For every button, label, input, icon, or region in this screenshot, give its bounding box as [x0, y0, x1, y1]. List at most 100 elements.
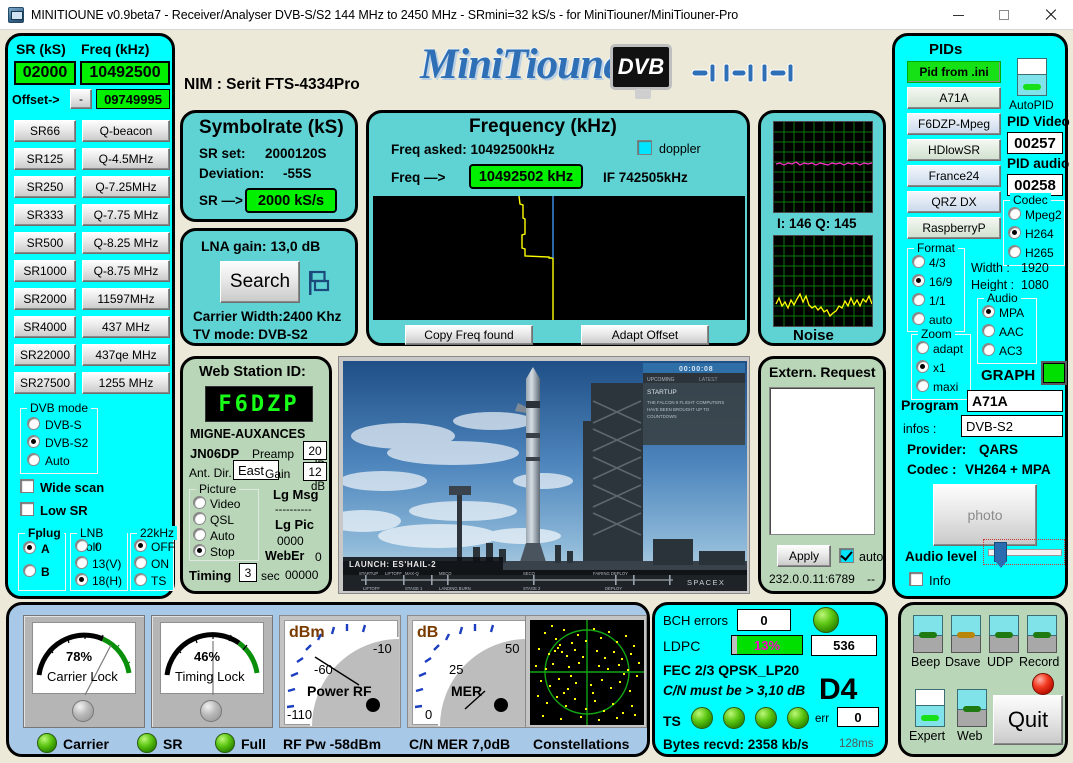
radio-audio-ac3[interactable]	[982, 343, 995, 356]
udp-toggle[interactable]	[989, 615, 1019, 653]
sr-preset-2[interactable]: SR250	[14, 176, 76, 198]
radio-format-16-9[interactable]	[912, 274, 925, 287]
freq-preset-7[interactable]: 437 MHz	[82, 316, 170, 338]
app-logo-text: MiniTioune	[420, 40, 621, 89]
beep-toggle-bottom	[913, 636, 943, 653]
radio-lnb-18h[interactable]	[75, 573, 88, 586]
radio-dvb-s[interactable]	[27, 417, 40, 430]
radio-lnb-0[interactable]	[75, 539, 88, 552]
ldpc-label: LDPC	[663, 638, 700, 654]
copy-freq-button[interactable]: Copy Freq found	[405, 325, 533, 345]
auto-checkbox[interactable]	[839, 548, 854, 563]
pid-video-input[interactable]: 00257	[1007, 132, 1063, 154]
quit-button[interactable]: Quit	[993, 695, 1063, 745]
radio-zoom-adapt[interactable]	[916, 341, 929, 354]
radio-dvb-auto[interactable]	[27, 453, 40, 466]
audio-level-slider[interactable]	[983, 539, 1065, 565]
offset-value-input[interactable]: 09749995	[96, 89, 170, 109]
pid-preset-4[interactable]: France24	[907, 165, 1001, 187]
sr-preset-3[interactable]: SR333	[14, 204, 76, 226]
sr-preset-4[interactable]: SR500	[14, 232, 76, 254]
constellation-box	[525, 615, 647, 728]
pid-preset-6[interactable]: RaspberryP	[907, 217, 1001, 239]
radio-codec-mpeg2[interactable]	[1008, 207, 1021, 220]
preamp-input[interactable]: 20	[303, 441, 327, 460]
sr-input[interactable]: 02000	[14, 61, 76, 85]
audio-slider-thumb[interactable]	[994, 542, 1007, 562]
wide-scan-checkbox[interactable]	[20, 479, 34, 493]
radio-fplug-a[interactable]	[23, 541, 36, 554]
radio-22khz-off[interactable]	[134, 539, 147, 552]
sr-preset-8[interactable]: SR22000	[14, 344, 76, 366]
pid-preset-5[interactable]: QRZ DX	[907, 191, 1001, 213]
extern-textarea[interactable]	[769, 387, 875, 535]
doppler-checkbox[interactable]	[637, 140, 652, 155]
search-button[interactable]: Search	[220, 261, 300, 303]
radio-zoom-x1[interactable]	[916, 360, 929, 373]
freq-preset-9[interactable]: 1255 MHz	[82, 372, 170, 394]
program-input[interactable]: A71A	[967, 390, 1063, 412]
close-button[interactable]	[1027, 0, 1073, 30]
timing-input[interactable]: 3	[239, 563, 257, 582]
radio-picture-auto[interactable]	[193, 528, 206, 541]
radio-picture-qsl[interactable]	[193, 512, 206, 525]
full-status-led	[215, 733, 235, 753]
freq-preset-0[interactable]: Q-beacon	[82, 120, 170, 142]
sr-preset-0[interactable]: SR66	[14, 120, 76, 142]
graph-indicator[interactable]	[1041, 361, 1067, 385]
radio-format-4-3[interactable]	[912, 255, 925, 268]
radio-picture-video[interactable]	[193, 496, 206, 509]
web-toggle[interactable]	[957, 689, 987, 727]
radio-picture-stop[interactable]	[193, 544, 206, 557]
radio-format-1-1[interactable]	[912, 293, 925, 306]
radio-22khz-ts[interactable]	[134, 573, 147, 586]
info-checkbox[interactable]	[909, 572, 923, 586]
maximize-button[interactable]	[981, 0, 1027, 30]
pid-preset-0[interactable]: Pid from .ini	[907, 61, 1001, 83]
radio-audio-mpa[interactable]	[982, 305, 995, 318]
freq-input[interactable]: 10492500	[80, 61, 170, 85]
offset-sign-button[interactable]: -	[70, 89, 92, 109]
photo-button[interactable]: photo	[933, 484, 1037, 546]
radio-dvb-s2[interactable]	[27, 435, 40, 448]
ldpc-percent: 13%	[732, 636, 802, 654]
radio-22khz-on[interactable]	[134, 556, 147, 569]
freq-preset-8[interactable]: 437qe MHz	[82, 344, 170, 366]
video-display[interactable]: LAUNCH: ES'HAIL-2 STARTUPLIFTOFFMAX-Q ME…	[343, 361, 747, 591]
sr-preset-9[interactable]: SR27500	[14, 372, 76, 394]
radio-codec-h265[interactable]	[1008, 245, 1021, 258]
beep-toggle[interactable]	[913, 615, 943, 653]
autopid-toggle[interactable]	[1017, 58, 1047, 98]
freq-preset-1[interactable]: Q-4.5MHz	[82, 148, 170, 170]
record-toggle[interactable]	[1027, 615, 1057, 653]
radio-zoom-maxi[interactable]	[916, 379, 929, 392]
radio-format-auto[interactable]	[912, 312, 925, 325]
freq-preset-6[interactable]: 11597MHz	[82, 288, 170, 310]
counter-value: 00000	[285, 568, 318, 582]
freq-preset-2[interactable]: Q-7.25MHz	[82, 176, 170, 198]
sr-preset-1[interactable]: SR125	[14, 148, 76, 170]
dsave-toggle[interactable]	[951, 615, 981, 653]
gain-input[interactable]: 12	[303, 462, 327, 481]
radio-codec-h265-label: H265	[1025, 246, 1054, 260]
freq-preset-3[interactable]: Q-7.75 MHz	[82, 204, 170, 226]
sr-preset-7[interactable]: SR4000	[14, 316, 76, 338]
sr-preset-6[interactable]: SR2000	[14, 288, 76, 310]
radio-fplug-b[interactable]	[23, 564, 36, 577]
pid-preset-1[interactable]: A71A	[907, 87, 1001, 109]
freq-preset-4[interactable]: Q-8.25 MHz	[82, 232, 170, 254]
radio-lnb-13v[interactable]	[75, 556, 88, 569]
adapt-offset-button[interactable]: Adapt Offset	[581, 325, 709, 345]
apply-button[interactable]: Apply	[777, 545, 831, 567]
flag-icon[interactable]	[307, 269, 331, 297]
infos-input[interactable]: DVB-S2	[961, 415, 1063, 437]
pid-preset-3[interactable]: HDlowSR	[907, 139, 1001, 161]
radio-codec-h264[interactable]	[1008, 226, 1021, 239]
minimize-button[interactable]	[935, 0, 981, 30]
radio-audio-aac[interactable]	[982, 324, 995, 337]
pid-preset-2[interactable]: F6DZP-Mpeg	[907, 113, 1001, 135]
low-sr-checkbox[interactable]	[20, 502, 34, 516]
freq-preset-5[interactable]: Q-8.75 MHz	[82, 260, 170, 282]
expert-toggle[interactable]	[915, 689, 945, 727]
sr-preset-5[interactable]: SR1000	[14, 260, 76, 282]
